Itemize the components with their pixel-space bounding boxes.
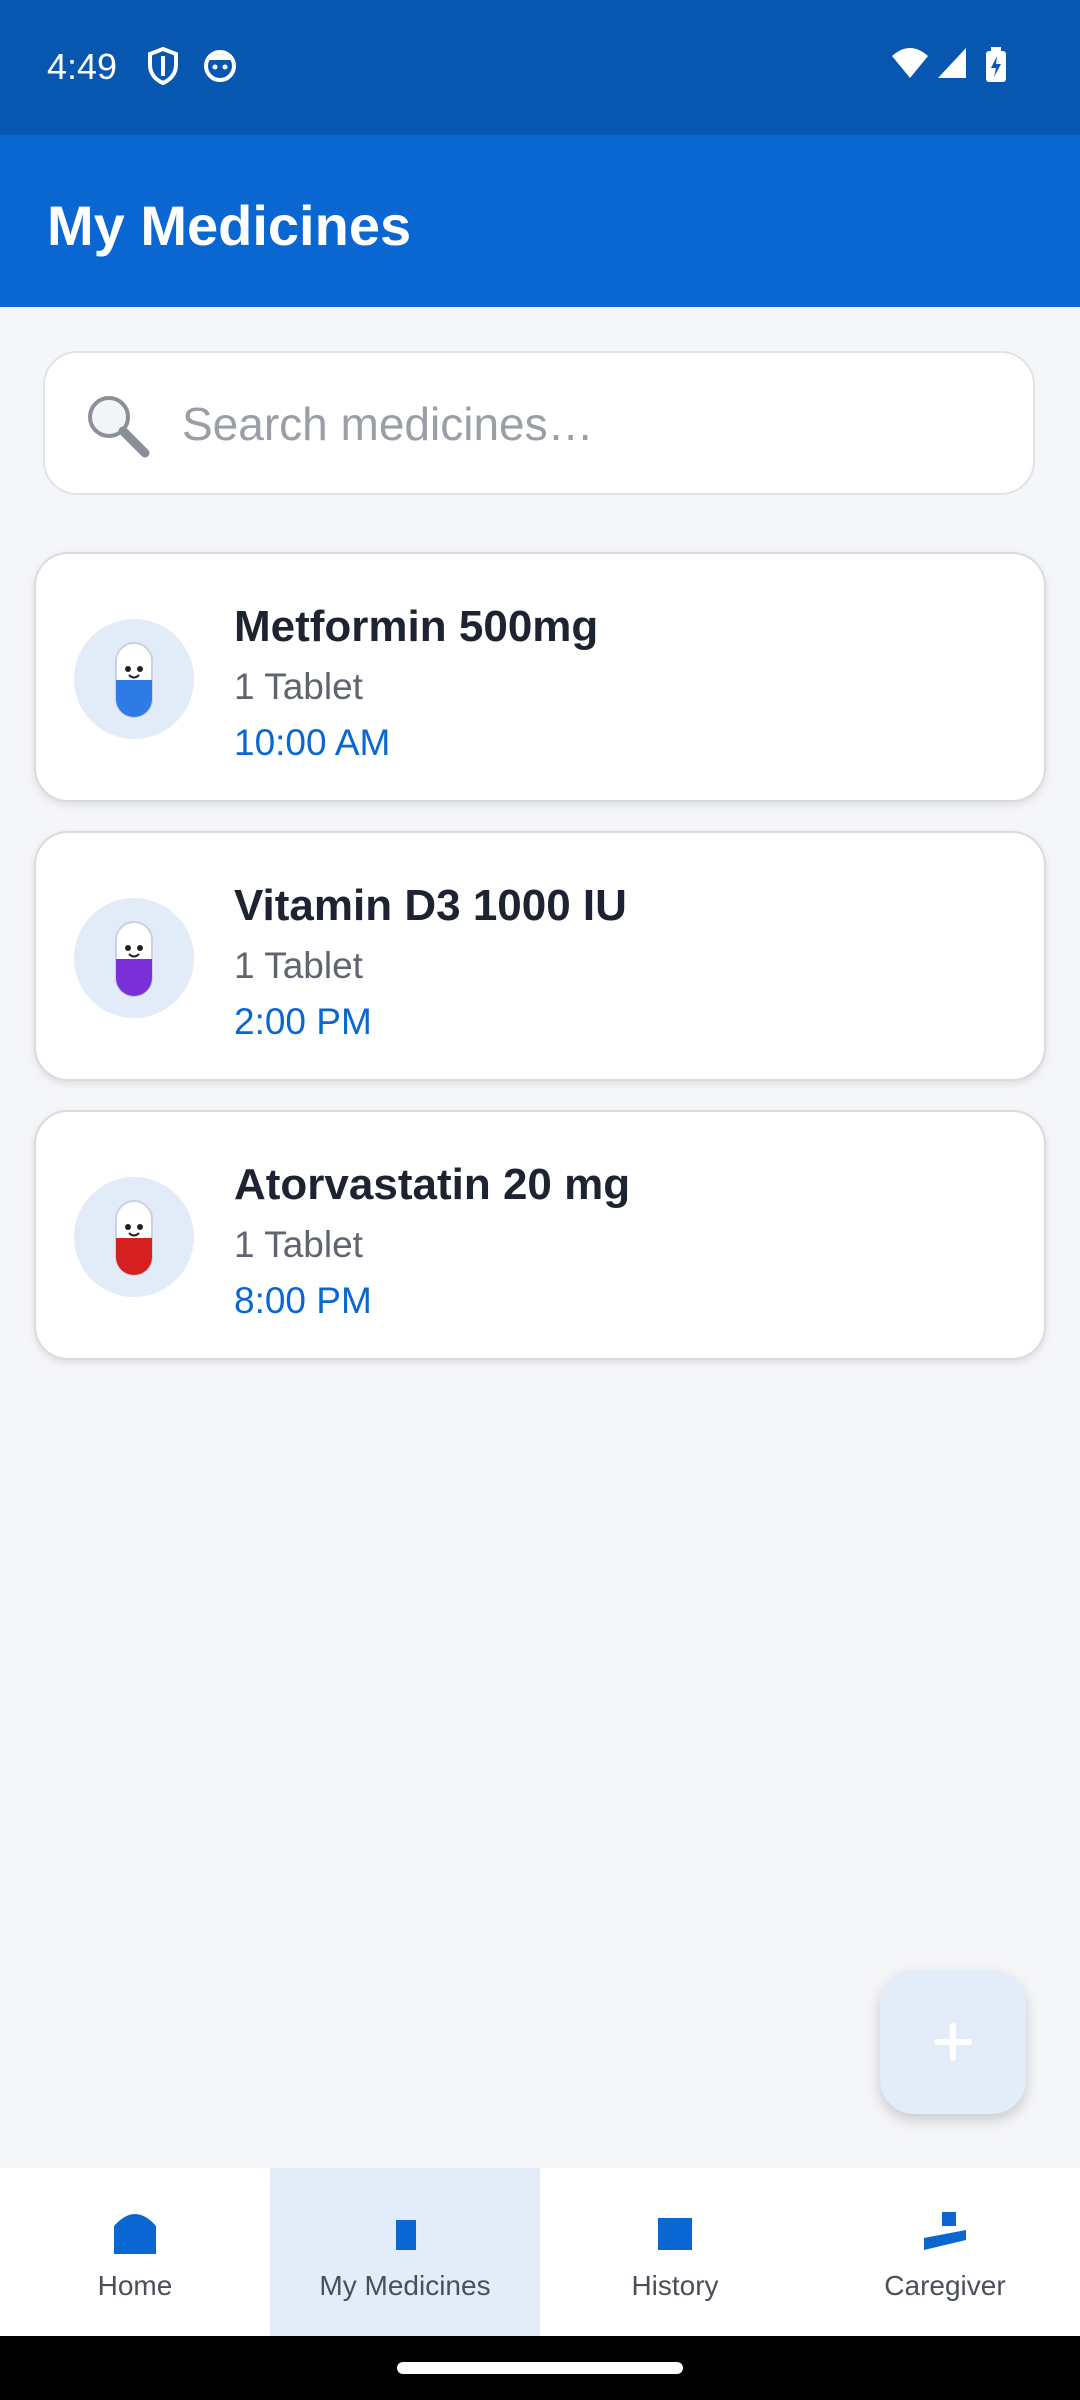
shield-icon <box>148 46 178 86</box>
nav-label: Caregiver <box>884 2270 1006 2301</box>
history-icon <box>658 2218 692 2250</box>
nav-item-caregiver[interactable]: Caregiver <box>810 2168 1080 2336</box>
wifi-icon <box>892 48 928 78</box>
nav-item-my-medicines[interactable]: My Medicines <box>270 2168 540 2336</box>
medicine-dose: 1 Tablet <box>234 1224 363 1265</box>
page-title: My Medicines <box>47 194 412 257</box>
medicine-time: 2:00 PM <box>234 1001 372 1042</box>
bottom-nav: Home My Medicines History Caregiver <box>0 2168 1080 2336</box>
pill-avatar <box>74 619 194 739</box>
medicine-name: Metformin 500mg <box>234 602 599 651</box>
pill-icon <box>115 921 153 997</box>
status-time: 4:49 <box>47 46 118 87</box>
pill-icon <box>115 642 153 718</box>
add-medicine-button[interactable] <box>880 1970 1026 2114</box>
nav-label: History <box>631 2270 719 2301</box>
status-bar: 4:49 <box>0 0 1080 135</box>
medicine-card[interactable]: Metformin 500mg 1 Tablet 10:00 AM <box>34 552 1046 802</box>
medicine-time: 8:00 PM <box>234 1280 372 1321</box>
medicine-dose: 1 Tablet <box>234 945 363 986</box>
search-icon <box>88 396 150 458</box>
search-input[interactable] <box>180 383 1004 465</box>
nav-item-home[interactable]: Home <box>0 2168 270 2336</box>
battery-charging-icon <box>986 47 1006 82</box>
medicine-dose: 1 Tablet <box>234 666 363 707</box>
nav-item-history[interactable]: History <box>540 2168 810 2336</box>
medicine-card[interactable]: Atorvastatin 20 mg 1 Tablet 8:00 PM <box>34 1110 1046 1360</box>
medicine-name: Atorvastatin 20 mg <box>234 1160 631 1209</box>
home-gesture-handle[interactable] <box>397 2362 683 2374</box>
caregiver-icon <box>924 2212 966 2250</box>
pill-icon <box>115 1200 153 1276</box>
nav-label: Home <box>97 2270 173 2301</box>
medicine-card[interactable]: Vitamin D3 1000 IU 1 Tablet 2:00 PM <box>34 831 1046 1081</box>
app-bar: My Medicines <box>0 135 1080 307</box>
home-icon <box>114 2214 156 2254</box>
medicine-time: 10:00 AM <box>234 722 391 763</box>
signal-icon <box>938 48 966 78</box>
pill-avatar <box>74 1177 194 1297</box>
search-box[interactable] <box>43 351 1035 495</box>
nav-label: My Medicines <box>319 2270 491 2301</box>
pill-avatar <box>74 898 194 1018</box>
system-nav-bar <box>0 2336 1080 2400</box>
medicine-icon <box>396 2220 416 2250</box>
plus-icon <box>934 2023 972 2061</box>
medicine-name: Vitamin D3 1000 IU <box>234 881 627 930</box>
face-icon <box>204 50 236 82</box>
